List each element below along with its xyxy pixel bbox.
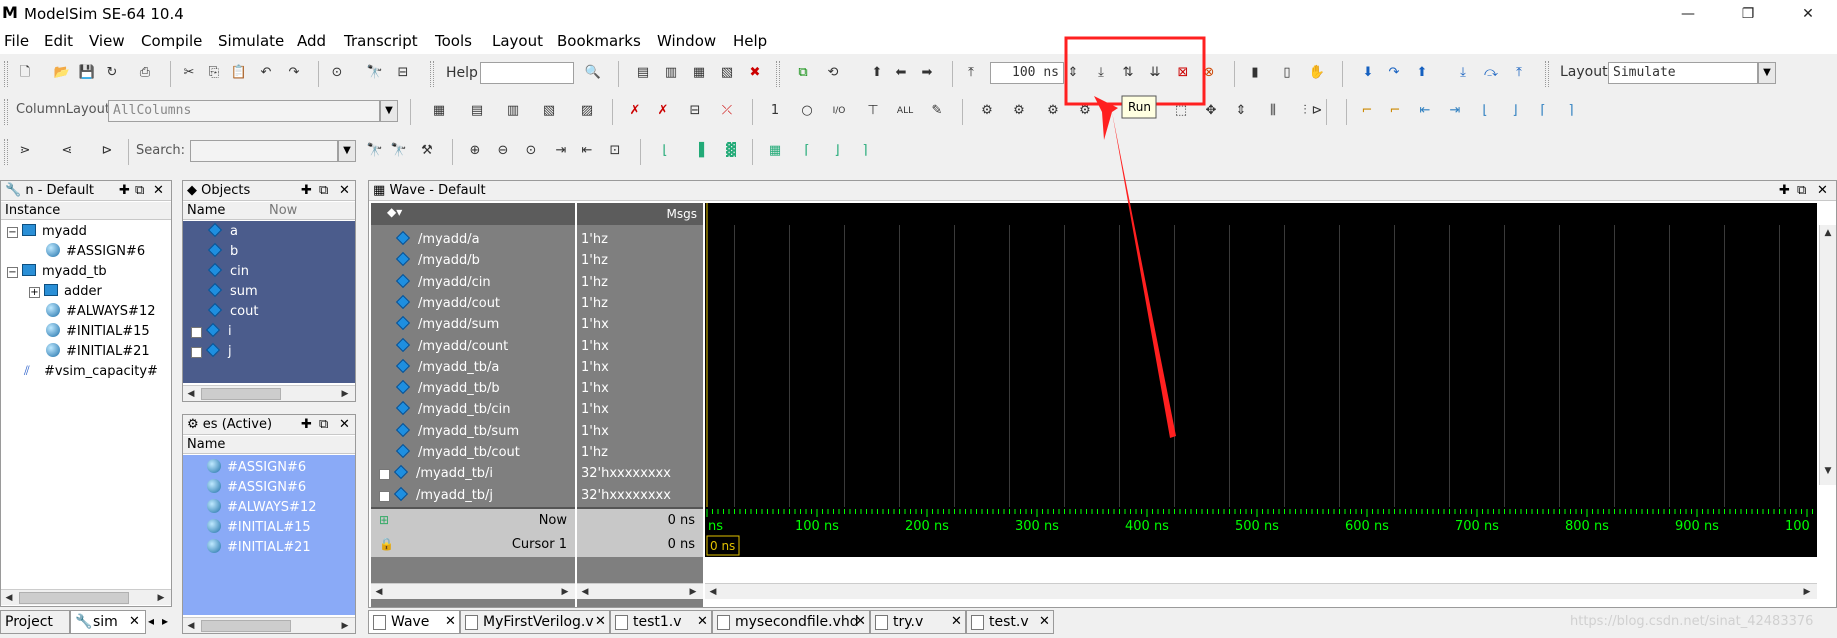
annotation-overlay: Run — [1064, 36, 1206, 438]
annotation-highlight-box — [1064, 36, 1206, 106]
annotation-arrow — [1094, 96, 1176, 438]
run-tooltip: Run — [1128, 100, 1151, 114]
